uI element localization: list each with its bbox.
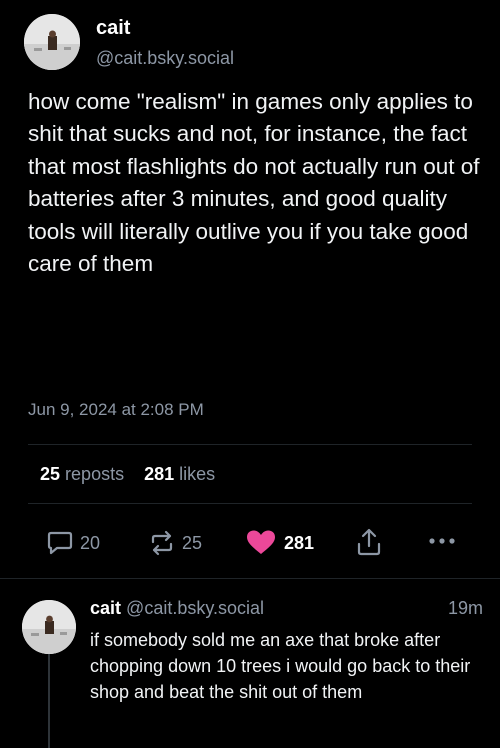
thread-line — [48, 654, 50, 748]
post-text: how come "realism" in games only applies… — [28, 89, 480, 277]
reply-icon — [47, 531, 73, 555]
reply-time[interactable]: 19m — [448, 598, 483, 619]
more-options-button[interactable] — [428, 534, 456, 548]
author-avatar[interactable] — [24, 14, 80, 70]
more-icon — [429, 538, 455, 544]
reposts-count: 25 — [40, 464, 61, 484]
reply-button[interactable]: 20 — [46, 530, 100, 556]
section-divider — [0, 578, 500, 579]
reply-text: if somebody sold me an axe that broke af… — [90, 630, 471, 702]
repost-icon — [151, 530, 173, 556]
avatar-photo — [22, 600, 76, 654]
repost-count: 25 — [182, 532, 203, 553]
repost-button[interactable]: 25 — [148, 530, 202, 556]
reply-author-handle[interactable]: @cait.bsky.social — [126, 598, 264, 618]
likes-label: likes — [179, 464, 216, 484]
reply-header: cait @cait.bsky.social — [90, 598, 264, 619]
post-date: Jun 9, 2024 at 2:08 PM — [28, 400, 204, 419]
share-icon — [357, 528, 381, 556]
post-stats: 25 reposts 281 likes — [40, 464, 215, 485]
reply-count: 20 — [80, 532, 101, 553]
avatar-photo — [24, 14, 80, 70]
author-display-name[interactable]: cait — [96, 17, 130, 40]
like-count: 281 — [284, 532, 315, 553]
heart-icon — [247, 530, 275, 554]
author-handle[interactable]: @cait.bsky.social — [96, 48, 234, 69]
divider — [28, 503, 472, 504]
reposts-label: reposts — [65, 464, 125, 484]
reposts-stat[interactable]: 25 reposts — [40, 464, 129, 484]
likes-stat[interactable]: 281 likes — [144, 464, 215, 484]
reply-author-display-name[interactable]: cait — [90, 598, 121, 618]
reply-author-avatar[interactable] — [22, 600, 76, 654]
divider — [28, 444, 472, 445]
like-button[interactable]: 281 — [246, 530, 314, 556]
share-button[interactable] — [356, 528, 382, 556]
likes-count: 281 — [144, 464, 175, 484]
